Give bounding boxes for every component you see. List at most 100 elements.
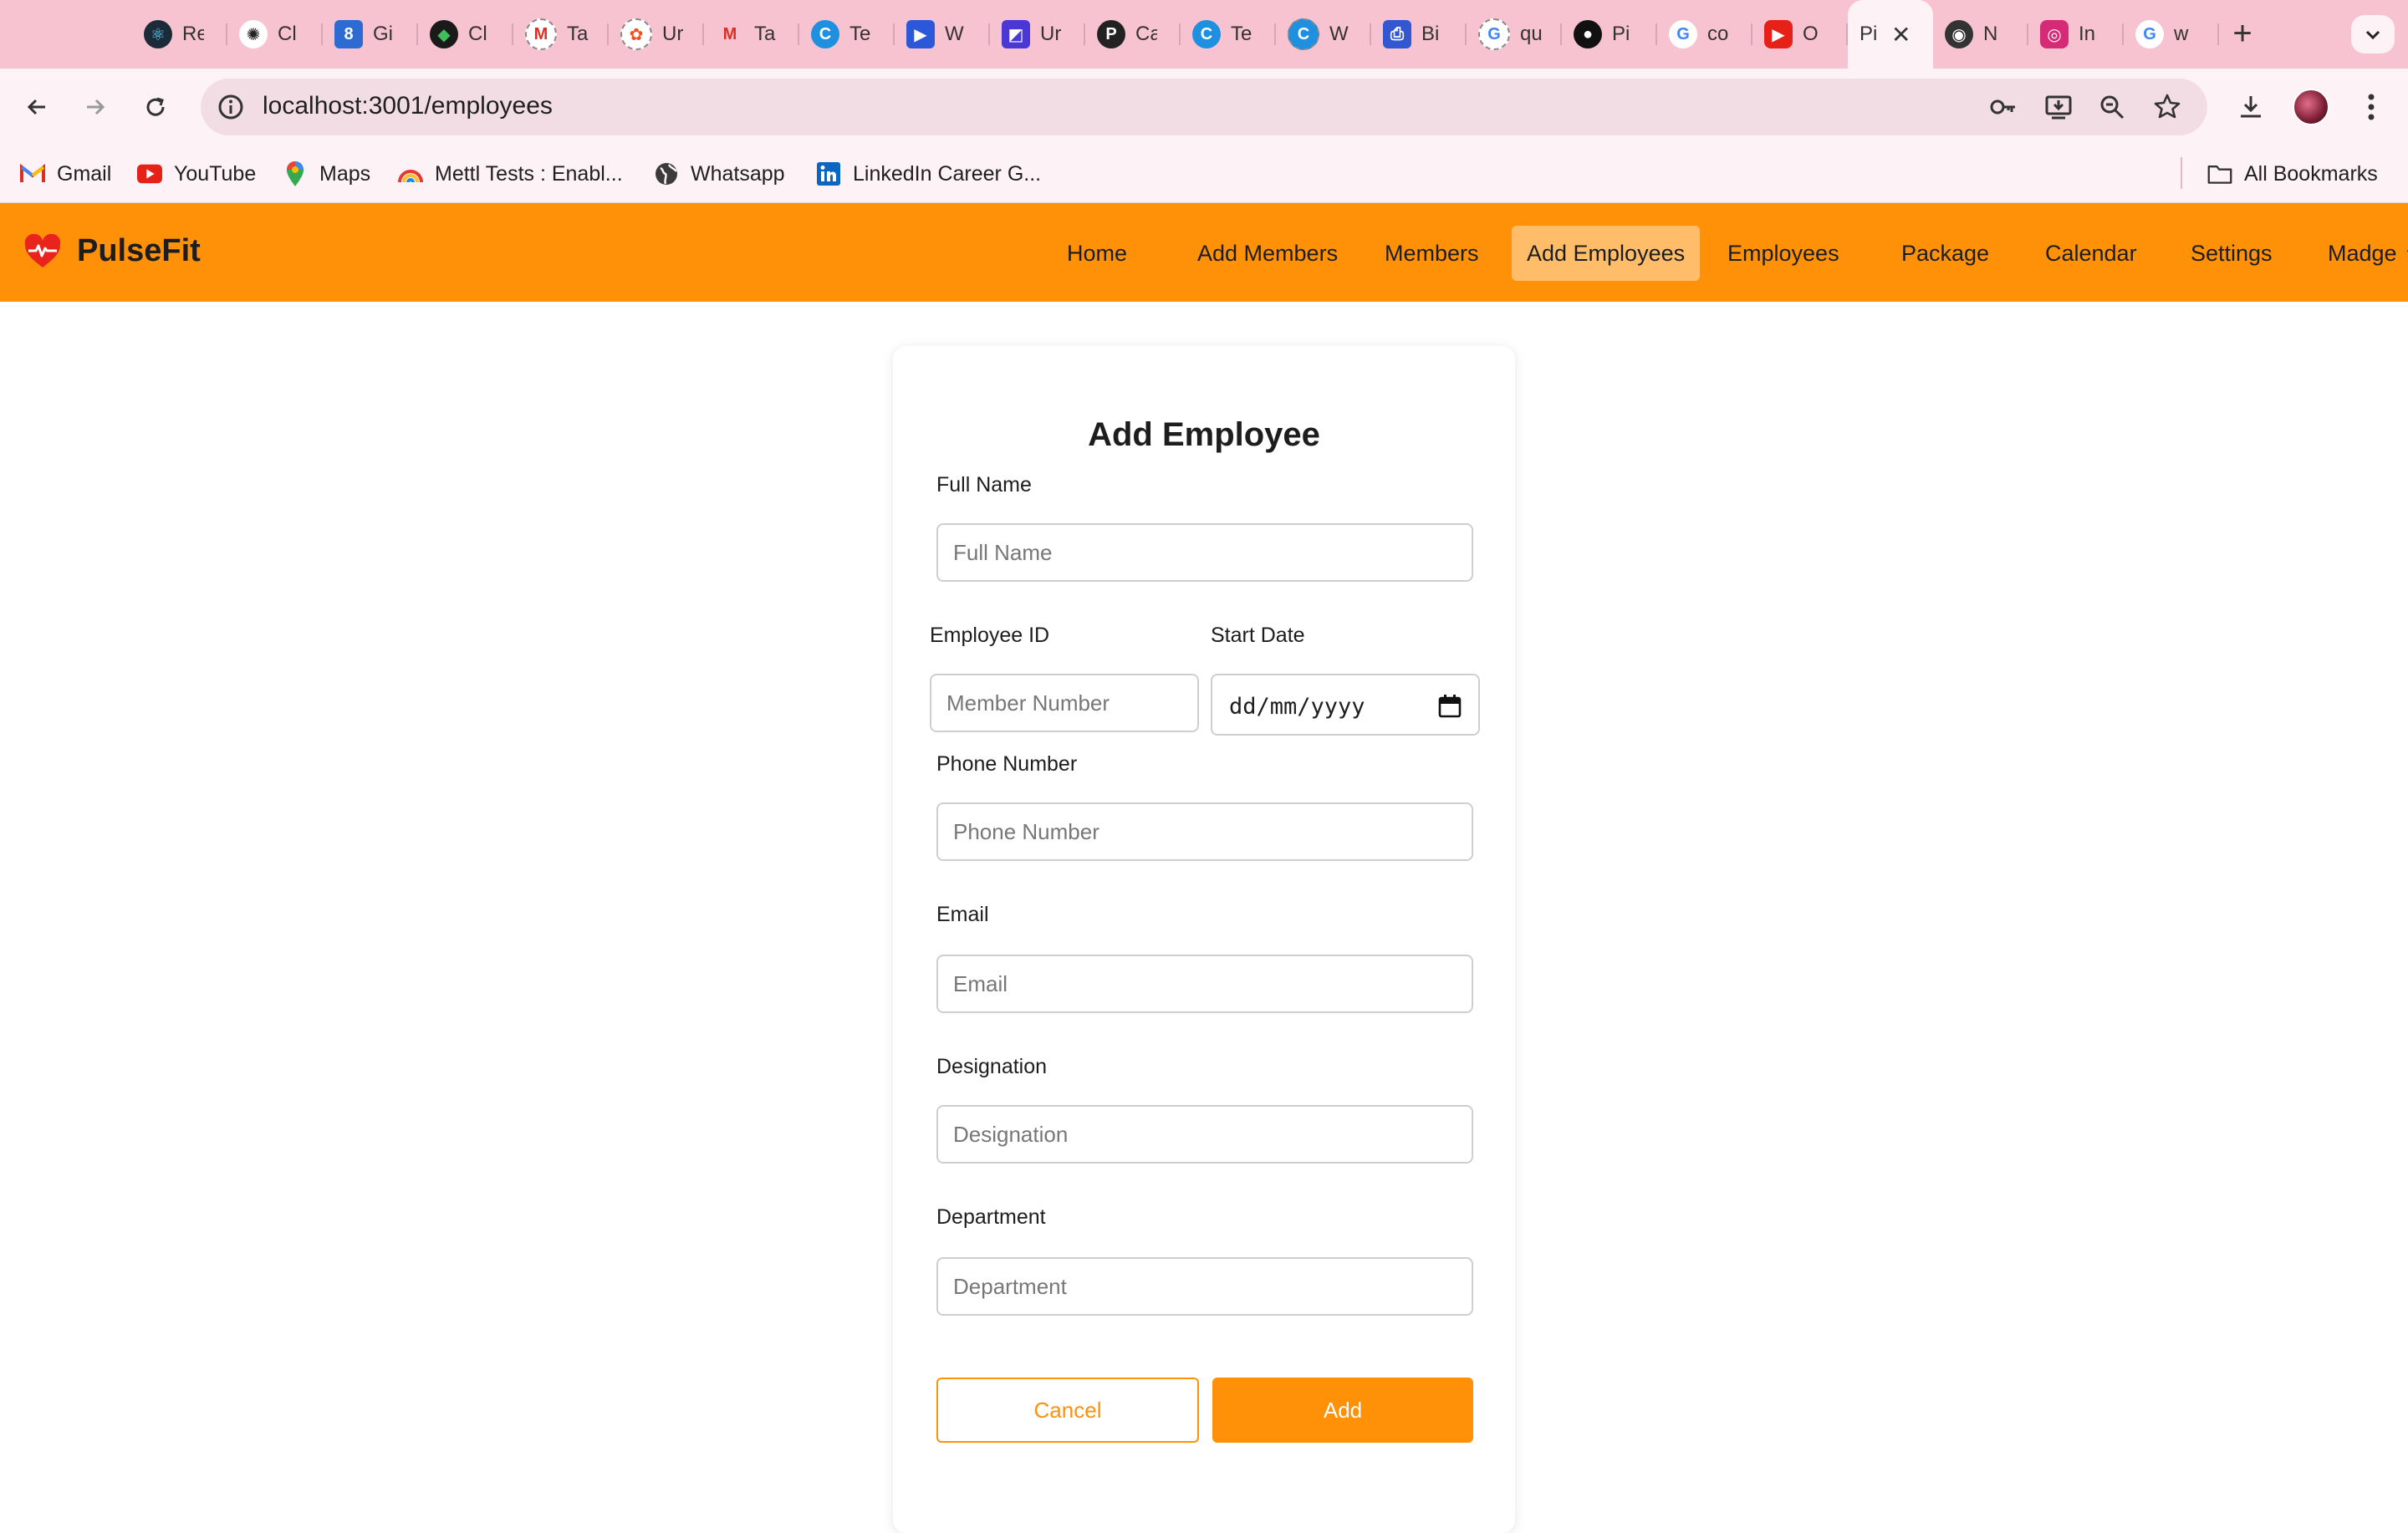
browser-tab[interactable]: ◎ In	[2028, 0, 2124, 69]
tab-list: ⚛ Re ✺ Cl 8 Gi ◆ Cl M Ta ✿ Ur M Ta C Te ▶ W ◩ Ur P…	[132, 0, 2219, 69]
canva-icon: C	[811, 20, 839, 48]
reload-button[interactable]	[135, 87, 176, 127]
browser-tab-active[interactable]: Pi ✕	[1848, 0, 1933, 69]
tab-title: Pi	[1612, 23, 1630, 45]
tab-title: Te	[849, 23, 871, 45]
bookmark-linkedin[interactable]: LinkedIn Career G...	[816, 159, 1041, 189]
install-app-icon[interactable]	[2043, 92, 2074, 122]
canva-icon: C	[1288, 18, 1319, 50]
google-icon: G	[1669, 20, 1697, 48]
tab-search-button[interactable]	[2351, 15, 2395, 53]
nav-add-employees[interactable]: Add Employees	[1512, 226, 1701, 281]
full-name-input[interactable]	[936, 523, 1473, 582]
start-date-input[interactable]: dd/mm/yyyy	[1211, 674, 1480, 736]
google-icon: G	[2135, 20, 2164, 48]
video-icon: ▶	[906, 20, 935, 48]
browser-tab[interactable]: ◉ N	[1933, 0, 2028, 69]
browser-tab[interactable]: M Ta	[704, 0, 799, 69]
browser-toolbar: localhost:3001/employees	[0, 69, 2408, 145]
bookmark-maps[interactable]: Maps	[283, 159, 370, 189]
chevron-down-icon	[2365, 30, 2380, 40]
department-input[interactable]	[936, 1257, 1473, 1316]
nav-calendar[interactable]: Calendar	[2030, 226, 2152, 281]
add-button[interactable]: Add	[1212, 1378, 1473, 1443]
bookmark-mettl[interactable]: Mettl Tests : Enabl...	[398, 159, 623, 189]
designation-input[interactable]	[936, 1105, 1473, 1164]
profile-avatar[interactable]	[2291, 87, 2331, 127]
all-bookmarks-button[interactable]: All Bookmarks	[2207, 159, 2378, 189]
brand[interactable]: PulseFit	[23, 233, 201, 269]
department-label: Department	[936, 1205, 1046, 1229]
tab-title: W	[1329, 23, 1349, 45]
browser-tab[interactable]: P Ca	[1085, 0, 1181, 69]
nav-members[interactable]: Members	[1370, 226, 1494, 281]
tab-title: Ta	[567, 23, 589, 45]
user-name: Madge	[2328, 241, 2397, 266]
nav-home[interactable]: Home	[1052, 226, 1142, 281]
bookmark-label: Whatsapp	[691, 161, 785, 186]
browser-tab[interactable]: ▶ W	[895, 0, 990, 69]
calendar-icon[interactable]	[1438, 694, 1462, 719]
downloads-icon[interactable]	[2231, 87, 2271, 127]
bookmark-gmail[interactable]: Gmail	[20, 159, 111, 189]
arrow-right-icon	[87, 99, 105, 115]
nav-add-members[interactable]: Add Members	[1182, 226, 1353, 281]
tab-title: qu	[1520, 23, 1542, 45]
nav-employees[interactable]: Employees	[1712, 226, 1854, 281]
browser-tab[interactable]: C Te	[799, 0, 895, 69]
url-text[interactable]: localhost:3001/employees	[263, 92, 553, 120]
zoom-icon[interactable]	[2097, 92, 2127, 122]
heart-pulse-icon	[24, 233, 61, 267]
browser-tab[interactable]: ▶ O	[1752, 0, 1848, 69]
browser-menu-icon[interactable]	[2351, 87, 2391, 127]
designation-label: Designation	[936, 1055, 1048, 1078]
browser-tab[interactable]: Gco	[1657, 0, 1752, 69]
nav-user-menu[interactable]: Madge	[2313, 226, 2408, 281]
employee-id-input[interactable]	[930, 674, 1199, 732]
email-input[interactable]	[936, 955, 1473, 1013]
chatgpt-icon: ✺	[239, 20, 268, 48]
bookmark-youtube[interactable]: YouTube	[137, 159, 256, 189]
folder-icon	[2207, 161, 2232, 186]
nav-settings[interactable]: Settings	[2176, 226, 2288, 281]
back-button[interactable]	[17, 87, 57, 127]
phone-input[interactable]	[936, 802, 1473, 861]
tab-title: co	[1707, 23, 1729, 45]
browser-tab[interactable]: ⎙ Bi	[1371, 0, 1467, 69]
mongodb-leaf-icon: ◆	[430, 20, 458, 48]
password-key-icon[interactable]	[1988, 92, 2018, 122]
cancel-button[interactable]: Cancel	[936, 1378, 1199, 1443]
nav-package[interactable]: Package	[1886, 226, 2004, 281]
tab-title: O	[1803, 23, 1819, 45]
browser-tab[interactable]: Gw	[2124, 0, 2219, 69]
bookmarks-bar: Gmail YouTube Maps Mettl Tests : Enabl..…	[0, 145, 2408, 203]
browser-tab[interactable]: ● Pi	[1562, 0, 1657, 69]
bookmark-whatsapp[interactable]: Whatsapp	[654, 159, 785, 189]
browser-tab[interactable]: M Ta	[513, 0, 609, 69]
tab-title: Ur	[1040, 23, 1062, 45]
address-bar[interactable]: localhost:3001/employees	[201, 79, 2207, 135]
browser-tab[interactable]: CW	[1276, 0, 1371, 69]
close-tab-icon[interactable]: ✕	[1891, 21, 1911, 48]
browser-tab[interactable]: ⚛ Re	[132, 0, 227, 69]
chrome-icon: ◉	[1945, 20, 1973, 48]
new-tab-icon[interactable]: +	[2224, 15, 2261, 52]
browser-tab[interactable]: ◩ Ur	[990, 0, 1085, 69]
browser-tab[interactable]: ✺ Cl	[227, 0, 323, 69]
app-header: PulseFit Home Add Members Members Add Em…	[0, 203, 2408, 302]
browser-tab[interactable]: C Te	[1181, 0, 1276, 69]
forward-button[interactable]	[75, 87, 115, 127]
start-date-label: Start Date	[1211, 624, 1305, 647]
browser-tab[interactable]: Gqu	[1467, 0, 1562, 69]
browser-tab[interactable]: ✿ Ur	[609, 0, 704, 69]
tab-title: W	[945, 23, 964, 45]
instagram-icon: ◎	[2040, 20, 2069, 48]
browser-tab[interactable]: 8 Gi	[323, 0, 418, 69]
bookmark-star-icon[interactable]	[2152, 92, 2182, 122]
site-info-icon[interactable]	[216, 92, 246, 122]
gmail-icon: M	[722, 24, 737, 43]
email-label: Email	[936, 903, 989, 926]
employee-id-label: Employee ID	[930, 624, 1050, 647]
bookmark-label: Gmail	[57, 161, 112, 186]
browser-tab[interactable]: ◆ Cl	[418, 0, 513, 69]
